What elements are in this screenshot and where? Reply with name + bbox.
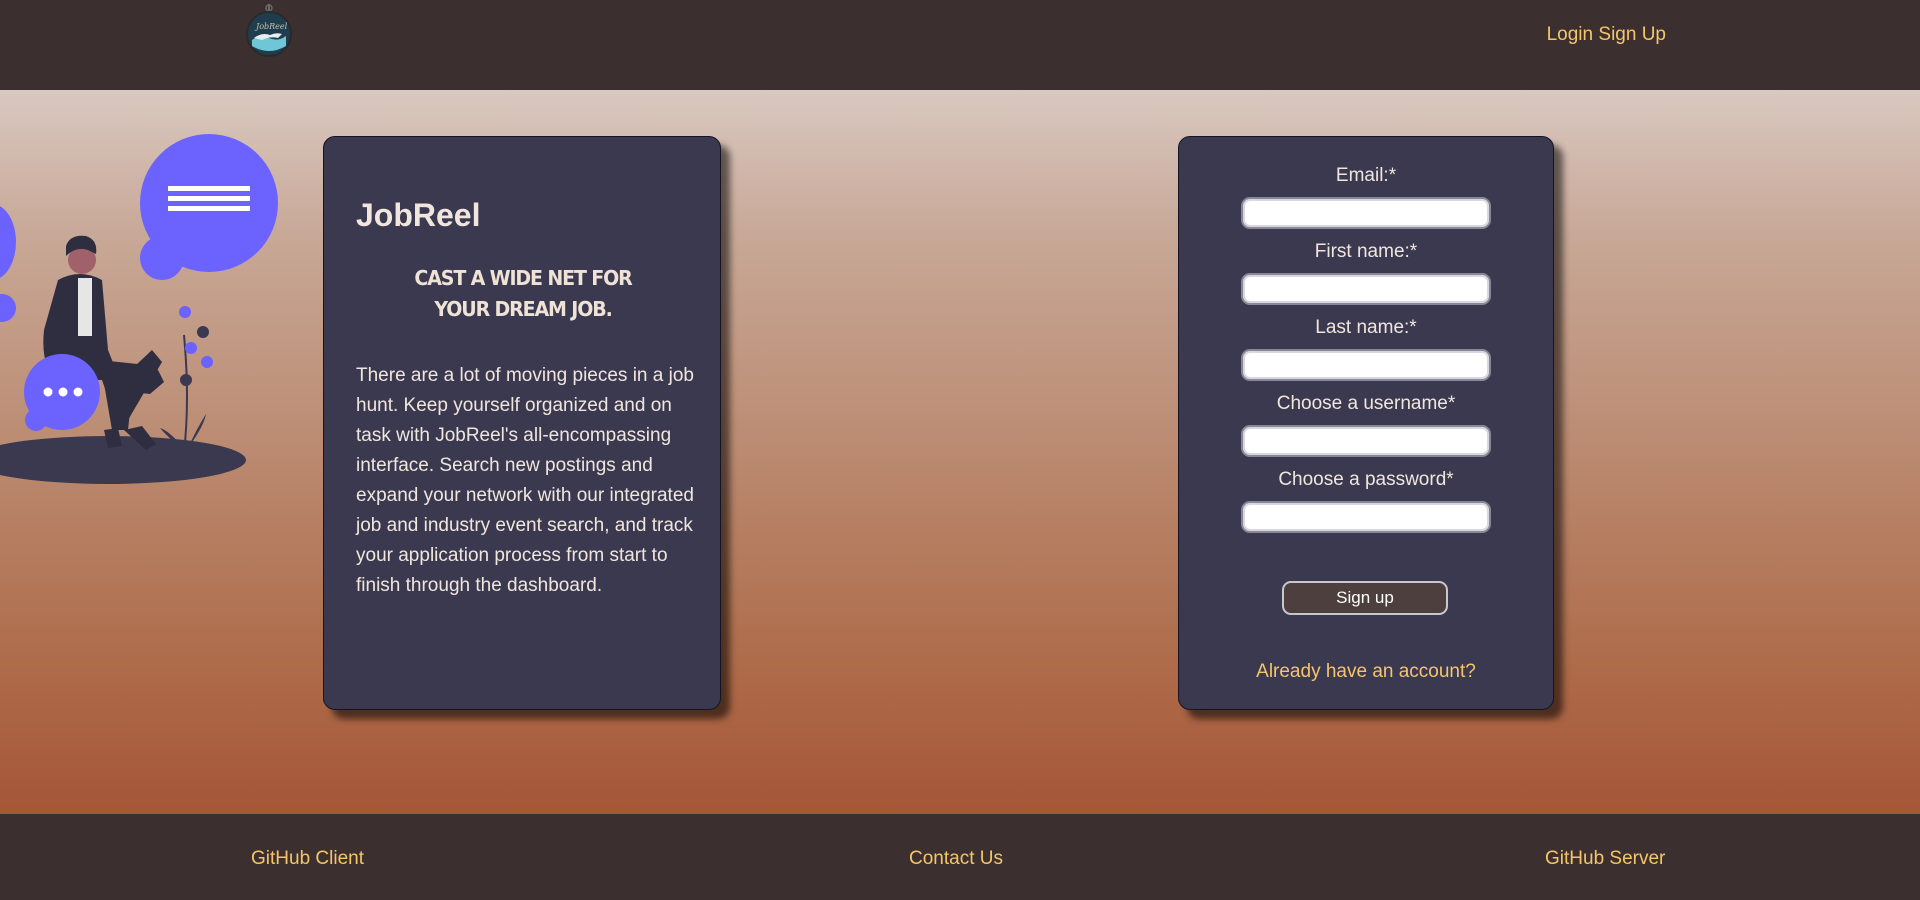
main-content: JobReel CAST A WIDE NET FOR YOUR DREAM J… [0, 90, 1920, 814]
email-label: Email:* [1335, 165, 1397, 186]
jobreel-logo-icon[interactable]: JobReel [244, 2, 294, 60]
brand-title: JobReel [356, 197, 481, 233]
first-name-field[interactable] [1241, 273, 1491, 305]
email-field[interactable] [1241, 197, 1491, 229]
site-header: JobReel Login Sign Up [0, 0, 1920, 90]
already-have-account-link[interactable]: Already have an account? [1179, 661, 1553, 683]
signup-form-card: Email:* First name:* Last name:* Choose … [1178, 136, 1554, 710]
description-text: There are a lot of moving pieces in a jo… [356, 365, 694, 596]
first-name-label: First name:* [1314, 241, 1418, 262]
github-server-link[interactable]: GitHub Server [1545, 848, 1665, 870]
top-nav: Login Sign Up [1547, 24, 1666, 46]
signup-button[interactable]: Sign up [1282, 581, 1448, 615]
signup-link[interactable]: Sign Up [1598, 24, 1666, 45]
password-label: Choose a password* [1278, 469, 1454, 490]
tagline: CAST A WIDE NET FOR YOUR DREAM JOB. [414, 266, 632, 321]
username-label: Choose a username* [1276, 393, 1456, 414]
last-name-field[interactable] [1241, 349, 1491, 381]
contact-us-link[interactable]: Contact Us [909, 848, 1003, 870]
login-link[interactable]: Login [1547, 24, 1594, 45]
person-with-chat-bubbles-illustration [0, 134, 278, 484]
site-footer: GitHub Client Contact Us GitHub Server [0, 814, 1920, 900]
last-name-label: Last name:* [1315, 317, 1417, 338]
logo-text: JobReel [256, 22, 288, 31]
password-field[interactable] [1241, 501, 1491, 533]
github-client-link[interactable]: GitHub Client [251, 848, 364, 870]
about-card: JobReel CAST A WIDE NET FOR YOUR DREAM J… [323, 136, 721, 710]
username-field[interactable] [1241, 425, 1491, 457]
